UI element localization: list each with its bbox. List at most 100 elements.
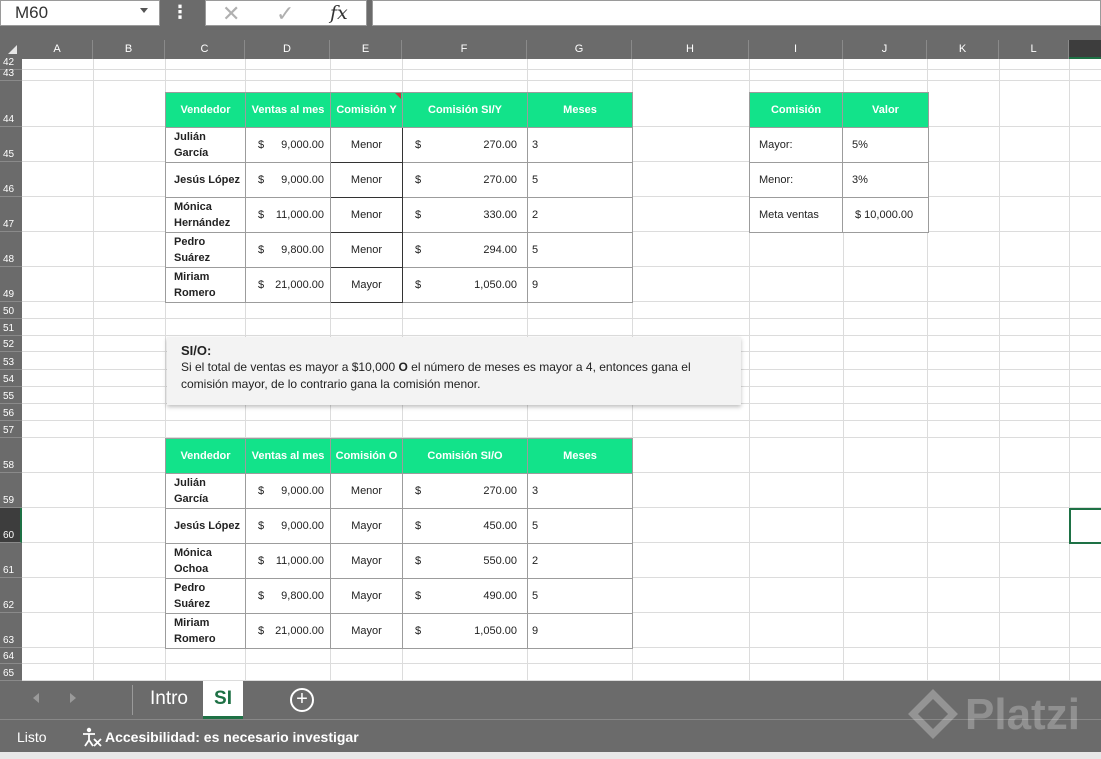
accessibility-icon[interactable] — [80, 726, 102, 748]
column-header-d[interactable]: D — [245, 40, 330, 59]
header-comision[interactable]: Comisión — [749, 92, 843, 128]
row-header-59[interactable]: 59 — [0, 473, 22, 508]
cell-comision[interactable]: Menor — [330, 127, 403, 163]
header-vendedor[interactable]: Vendedor — [165, 92, 246, 128]
header-ventas[interactable]: Ventas al mes — [245, 92, 331, 128]
next-sheet-icon[interactable] — [70, 693, 76, 703]
row-header-51[interactable]: 51 — [0, 319, 22, 336]
header-comision[interactable]: Comisión O — [330, 438, 403, 474]
column-header-g[interactable]: G — [527, 40, 632, 59]
column-header-f[interactable]: F — [402, 40, 527, 59]
cell-vendedor[interactable]: Miriam Romero — [165, 267, 246, 303]
cell-ventas[interactable]: $21,000.00 — [245, 267, 331, 303]
cell-param-value[interactable]: 3% — [842, 162, 929, 198]
row-header-54[interactable]: 54 — [0, 370, 22, 387]
cell-vendedor[interactable]: Miriam Romero — [165, 613, 246, 649]
cell-vendedor[interactable]: Mónica Ochoa — [165, 543, 246, 579]
cell-vendedor[interactable]: Jesús López — [165, 508, 246, 544]
cancel-icon[interactable]: ✕ — [222, 1, 240, 26]
cell-ventas[interactable]: $9,000.00 — [245, 127, 331, 163]
cell-ventas[interactable]: $9,000.00 — [245, 473, 331, 509]
column-header-l[interactable]: L — [999, 40, 1069, 59]
cell-meses[interactable]: 2 — [527, 543, 633, 579]
header-meses[interactable]: Meses — [527, 438, 633, 474]
row-header-49[interactable]: 49 — [0, 267, 22, 302]
row-header-56[interactable]: 56 — [0, 404, 22, 421]
cell-ventas[interactable]: $9,800.00 — [245, 232, 331, 268]
cell-monto[interactable]: $270.00 — [402, 162, 528, 198]
cell-param-label[interactable]: Mayor: — [749, 127, 843, 163]
row-header-52[interactable]: 52 — [0, 336, 22, 352]
column-header-e[interactable]: E — [330, 40, 402, 59]
row-header-57[interactable]: 57 — [0, 421, 22, 438]
column-header-a[interactable]: A — [22, 40, 93, 59]
accessibility-status[interactable]: Accesibilidad: es necesario investigar — [105, 729, 359, 745]
header-comision-si[interactable]: Comisión SI/Y — [402, 92, 528, 128]
cell-ventas[interactable]: $11,000.00 — [245, 543, 331, 579]
row-header-44[interactable]: 44 — [0, 81, 22, 127]
cell-param-value[interactable]: $ 10,000.00 — [842, 197, 929, 233]
cell-meses[interactable]: 5 — [527, 162, 633, 198]
tab-intro[interactable]: Intro — [140, 681, 198, 719]
enter-icon[interactable]: ✓ — [276, 1, 294, 26]
cell-meses[interactable]: 5 — [527, 508, 633, 544]
insert-function-icon[interactable]: fx — [330, 2, 348, 26]
row-header-65[interactable]: 65 — [0, 664, 22, 681]
cell-ventas[interactable]: $9,000.00 — [245, 162, 331, 198]
row-header-53[interactable]: 53 — [0, 352, 22, 370]
row-header-47[interactable]: 47 — [0, 197, 22, 232]
header-valor[interactable]: Valor — [842, 92, 929, 128]
name-box[interactable]: M60 — [0, 0, 160, 26]
cell-vendedor[interactable]: Jesús López — [165, 162, 246, 198]
cell-comision[interactable]: Mayor — [330, 267, 403, 303]
cell-vendedor[interactable]: Julián García — [165, 473, 246, 509]
cell-monto[interactable]: $550.00 — [402, 543, 528, 579]
cell-meses[interactable]: 3 — [527, 127, 633, 163]
cell-param-label[interactable]: Meta ventas — [749, 197, 843, 233]
cell-ventas[interactable]: $9,800.00 — [245, 578, 331, 614]
column-header-b[interactable]: B — [93, 40, 165, 59]
header-meses[interactable]: Meses — [527, 92, 633, 128]
tab-si[interactable]: SI — [203, 681, 243, 719]
cell-comision[interactable]: Mayor — [330, 543, 403, 579]
row-header-45[interactable]: 45 — [0, 127, 22, 162]
header-comision-si[interactable]: Comisión SI/O — [402, 438, 528, 474]
column-header-h[interactable]: H — [632, 40, 749, 59]
cell-monto[interactable]: $330.00 — [402, 197, 528, 233]
formula-input[interactable] — [372, 0, 1101, 26]
cell-param-label[interactable]: Menor: — [749, 162, 843, 198]
row-header-62[interactable]: 62 — [0, 578, 22, 613]
row-header-55[interactable]: 55 — [0, 387, 22, 404]
row-header-60[interactable]: 60 — [0, 508, 22, 543]
cell-monto[interactable]: $294.00 — [402, 232, 528, 268]
row-header-46[interactable]: 46 — [0, 162, 22, 197]
header-ventas[interactable]: Ventas al mes — [245, 438, 331, 474]
cell-meses[interactable]: 2 — [527, 197, 633, 233]
column-header-i[interactable]: I — [749, 40, 843, 59]
cell-monto[interactable]: $270.00 — [402, 127, 528, 163]
cell-meses[interactable]: 5 — [527, 232, 633, 268]
column-header-c[interactable]: C — [165, 40, 245, 59]
cell-vendedor[interactable]: Pedro Suárez — [165, 232, 246, 268]
column-header-k[interactable]: K — [927, 40, 999, 59]
cell-param-value[interactable]: 5% — [842, 127, 929, 163]
header-comision[interactable]: Comisión Y — [330, 92, 403, 128]
cell-vendedor[interactable]: Pedro Suárez — [165, 578, 246, 614]
cell-meses[interactable]: 9 — [527, 267, 633, 303]
cell-ventas[interactable]: $11,000.00 — [245, 197, 331, 233]
cell-monto[interactable]: $1,050.00 — [402, 613, 528, 649]
cell-ventas[interactable]: $21,000.00 — [245, 613, 331, 649]
cell-monto[interactable]: $450.00 — [402, 508, 528, 544]
cell-monto[interactable]: $1,050.00 — [402, 267, 528, 303]
column-header-j[interactable]: J — [843, 40, 927, 59]
row-header-43[interactable]: 43 — [0, 68, 22, 81]
cell-comision[interactable]: Menor — [330, 232, 403, 268]
cell-comision[interactable]: Mayor — [330, 508, 403, 544]
cell-monto[interactable]: $270.00 — [402, 473, 528, 509]
comment-indicator-icon[interactable] — [395, 93, 401, 99]
note-textbox[interactable]: SI/O: Si el total de ventas es mayor a $… — [167, 337, 741, 405]
cell-vendedor[interactable]: Julián García — [165, 127, 246, 163]
row-header-64[interactable]: 64 — [0, 648, 22, 664]
row-header-61[interactable]: 61 — [0, 543, 22, 578]
cell-comision[interactable]: Mayor — [330, 578, 403, 614]
